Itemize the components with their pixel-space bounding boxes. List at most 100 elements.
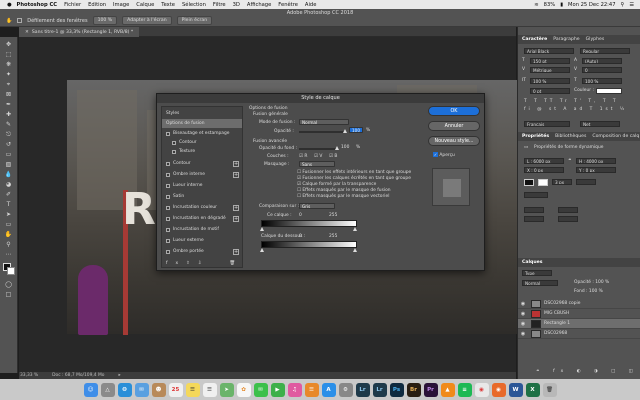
full-screen-button[interactable]: Plein écran [176,16,213,25]
corner-br-field[interactable] [558,216,578,222]
vscale-field[interactable]: 100 % [530,78,570,84]
lasso-tool-icon[interactable]: ❋ [3,61,14,68]
tab-layer-comps[interactable]: Composition de calq [592,134,639,139]
opacity-slider-handle[interactable] [343,129,347,133]
checkbox[interactable] [166,216,170,221]
this-layer-gradient[interactable] [261,220,357,227]
style-item[interactable]: Incrustation de motif [162,225,242,234]
tracking-field[interactable]: 0 [582,67,622,73]
font-family-select[interactable]: Arial Black [524,48,574,54]
checkbox[interactable] [166,249,170,254]
adv-option-checkbox[interactable]: ☐ Effets masqués par le masque vectoriel [297,194,389,199]
brush-tool-icon[interactable]: ✎ [3,121,14,128]
fill-opacity-field[interactable]: 100 [341,145,349,150]
messages-icon[interactable]: ✉ [253,382,268,397]
menu-aide[interactable]: Aide [305,2,316,8]
add-style-icon[interactable]: + [233,171,239,178]
screen-mode-icon[interactable]: □ [3,291,14,298]
checkbox[interactable] [166,131,170,136]
quick-mask-icon[interactable]: ◯ [3,281,14,288]
layer-blend-select[interactable]: Normal [522,280,558,286]
stroke-width-field[interactable]: 3 px [552,179,572,185]
bridge-icon[interactable]: Br [406,382,421,397]
appstore-icon[interactable]: A [321,382,336,397]
layer-row-selected[interactable]: ◉ Rectangle 1 [518,319,640,329]
font-size-field[interactable]: 150 pt [530,58,570,64]
channel-b-checkbox[interactable]: ☑ B [329,154,337,159]
notes-icon[interactable]: ☰ [185,382,200,397]
edit-toolbar-icon[interactable]: ⋯ [3,251,14,258]
spotify-icon[interactable]: ≡ [457,382,472,397]
clock[interactable]: Mon 25 Dec 22:47 [568,2,615,8]
crop-tool-icon[interactable]: ⌖ [3,81,14,88]
link-icon[interactable]: ⚭ [568,158,572,163]
history-brush-tool-icon[interactable]: ↺ [3,141,14,148]
tab-character[interactable]: Caractère [522,37,547,42]
checkbox[interactable] [166,172,170,177]
menu-edition[interactable]: Edition [88,2,106,8]
corner-tr-field[interactable] [558,207,578,213]
blend-if-select[interactable]: Gris [299,203,335,209]
menu-list-icon[interactable]: ☰ [629,2,634,8]
style-item[interactable]: Lueur externe [162,236,242,245]
eye-icon[interactable]: ◉ [518,311,528,317]
underlying-black-handle[interactable] [260,248,264,252]
menu-app[interactable]: Photoshop CC [17,2,58,8]
calendar-icon[interactable]: 25 [168,382,183,397]
premiere-icon[interactable]: Pr [423,382,438,397]
style-item[interactable]: Incrustation couleur + [162,203,242,212]
arrow-down-icon[interactable]: ⇩ [198,261,210,266]
style-item[interactable]: Contour + [162,159,242,168]
this-layer-black-handle[interactable] [260,227,264,231]
ibooks-icon[interactable]: ☰ [304,382,319,397]
adv-option-checkbox[interactable]: ☑ Calque formé par la transparence [297,182,376,187]
eye-icon[interactable]: ◉ [518,331,528,337]
blur-tool-icon[interactable]: 💧 [3,171,14,178]
eraser-tool-icon[interactable]: ▭ [3,151,14,158]
status-arrow-icon[interactable]: ▸ [118,373,120,378]
lightroom-icon[interactable]: Lr [355,382,370,397]
close-tab-icon[interactable]: ✕ [25,30,29,35]
language-select[interactable]: Français [524,121,570,127]
move-tool-icon[interactable]: ✥ [3,41,14,48]
y-field[interactable]: Y : 0 px [576,167,616,173]
word-icon[interactable]: W [508,382,523,397]
menu-texte[interactable]: Texte [161,2,175,8]
battery-icon[interactable]: ▮ [560,2,563,8]
layer-opacity[interactable]: Opacité : 100 % [574,280,609,285]
menu-3d[interactable]: 3D [233,2,240,8]
photos-icon[interactable]: ✿ [236,382,251,397]
add-style-icon[interactable]: + [233,204,239,211]
contacts-icon[interactable]: ☻ [151,382,166,397]
eyedropper-tool-icon[interactable]: ✒ [3,101,14,108]
trash-icon[interactable]: 🗑 [230,261,244,266]
tab-paragraph[interactable]: Paragraphe [553,37,579,42]
stroke-swatch[interactable] [538,179,548,186]
menu-fenetre[interactable]: Fenêtre [278,2,298,8]
eye-icon[interactable]: ◉ [518,321,528,327]
eye-icon[interactable]: ◉ [518,301,528,307]
type-tool-icon[interactable]: T [3,201,14,208]
style-item[interactable]: Incrustation en dégradé + [162,214,242,223]
style-item[interactable]: Contour [162,138,242,147]
style-item[interactable]: Texture [162,147,242,156]
cancel-button[interactable]: Annuler [428,121,480,131]
facetime-icon[interactable]: ▶ [270,382,285,397]
menu-fichier[interactable]: Fichier [64,2,81,8]
style-item[interactable]: Ombre portée + [162,247,242,256]
channel-r-checkbox[interactable]: ☑ R [299,154,307,159]
wifi-icon[interactable]: ≋ [534,2,538,8]
kerning-field[interactable]: Métrique [530,67,570,73]
baseline-field[interactable]: 0 pt [530,88,570,94]
chrome-icon[interactable]: ◉ [474,382,489,397]
knockout-select[interactable]: Sans [299,161,335,167]
document-tab[interactable]: ✕ Sans titre-1 @ 33,3% (Rectangle 1, RVB… [19,27,140,37]
stroke-type-select[interactable] [576,179,596,185]
itunes-icon[interactable]: ♫ [287,382,302,397]
layer-row[interactable]: ◉ DSC02968 [518,329,640,339]
menu-image[interactable]: Image [113,2,129,8]
corner-bl-field[interactable] [524,216,544,222]
maps-icon[interactable]: ➤ [219,382,234,397]
style-item[interactable]: Lueur interne [162,181,242,190]
tab-layers[interactable]: Calques [522,260,542,265]
